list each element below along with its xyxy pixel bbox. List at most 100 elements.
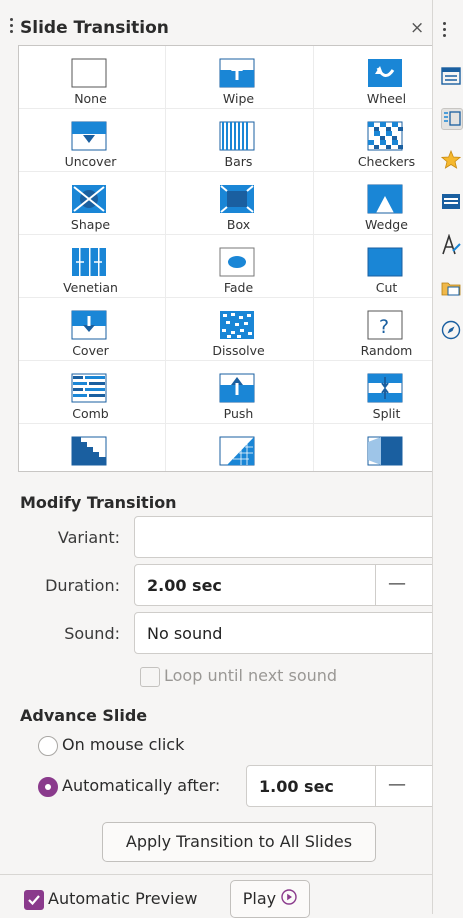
close-icon[interactable]: ×	[410, 18, 424, 38]
play-circle-icon	[281, 882, 297, 918]
transition-label: Box	[226, 217, 251, 232]
transition-wheel[interactable]: Wheel	[315, 46, 432, 108]
automatically-after-radio[interactable]	[38, 777, 58, 797]
grid-divider	[19, 360, 432, 361]
slide-transition-tab-icon[interactable]	[441, 108, 463, 130]
animation-star-icon[interactable]	[440, 149, 462, 170]
shape-icon	[71, 184, 107, 214]
comb-icon	[71, 373, 107, 403]
transition-label: Dissolve	[212, 343, 265, 358]
automatically-after-label: Automatically after:	[62, 776, 221, 795]
transition-random[interactable]: ? Random	[315, 298, 432, 360]
transition-split[interactable]: Split	[315, 361, 432, 423]
panel-title: Slide Transition	[20, 18, 169, 38]
automatic-preview-checkbox[interactable]	[24, 890, 44, 910]
duration-value: 2.00 sec	[147, 576, 222, 595]
slide-transition-panel: Slide Transition × None Wipe Wheel Uncover B…	[0, 0, 436, 918]
transition-bars[interactable]: Bars	[167, 109, 310, 171]
transition-label: Checkers	[357, 154, 416, 169]
on-mouse-click-radio[interactable]	[38, 736, 58, 756]
divider	[0, 874, 432, 875]
loop-checkbox[interactable]	[140, 667, 160, 687]
transition-push[interactable]: Push	[167, 361, 310, 423]
transition-label: Cube	[315, 469, 432, 471]
transition-label: Uncover	[64, 154, 117, 169]
transition-label: Push	[223, 406, 254, 421]
transition-venetian[interactable]: Venetian	[19, 235, 162, 297]
drag-grip-icon[interactable]	[10, 18, 13, 34]
grid-divider	[19, 171, 432, 172]
variant-select[interactable]	[134, 516, 436, 558]
transition-diagonal[interactable]: Diagonal	[19, 424, 162, 471]
master-slides-icon[interactable]	[441, 192, 461, 212]
bars-icon	[219, 121, 255, 151]
grid-divider	[313, 46, 314, 471]
transition-wipe[interactable]: Wipe	[167, 46, 310, 108]
sound-value: No sound	[147, 624, 223, 643]
transition-wedge[interactable]: Wedge	[315, 172, 432, 234]
random-icon: ?	[367, 310, 403, 340]
grid-divider	[19, 234, 432, 235]
transition-cut[interactable]: Cut	[315, 235, 432, 297]
grid-divider	[19, 297, 432, 298]
transition-box[interactable]: Box	[167, 172, 310, 234]
transition-label: Venetian	[63, 280, 118, 295]
tabbar-grip-icon[interactable]	[443, 22, 446, 38]
apply-all-button[interactable]: Apply Transition to All Slides	[102, 822, 376, 862]
diagonal-icon	[71, 436, 107, 466]
transition-label: Comb	[72, 406, 109, 421]
sound-select[interactable]: No sound	[134, 612, 436, 654]
transition-label: Shape	[70, 217, 111, 232]
variant-label: Variant:	[57, 528, 120, 547]
transition-none[interactable]: None	[19, 46, 162, 108]
push-icon	[219, 373, 255, 403]
auto-time-decrement-button[interactable]: —	[375, 766, 418, 806]
advance-slide-heading: Advance Slide	[20, 706, 148, 725]
modify-transition-heading: Modify Transition	[20, 493, 177, 512]
loop-label: Loop until next sound	[164, 666, 338, 685]
gallery-icon[interactable]	[441, 278, 461, 298]
transition-grid[interactable]: None Wipe Wheel Uncover Bars Checkers Shape Box…	[18, 45, 433, 472]
transition-label: Cover	[72, 343, 109, 358]
wedge-icon	[367, 184, 403, 214]
grid-divider	[19, 108, 432, 109]
duration-label: Duration:	[45, 576, 120, 595]
transition-label: Split	[372, 406, 401, 421]
auto-time-spinbox[interactable]: 1.00 sec —	[246, 765, 436, 807]
none-icon	[71, 58, 107, 88]
dissolve-icon	[219, 310, 255, 340]
duration-decrement-button[interactable]: —	[375, 565, 418, 605]
transition-cube[interactable]: Cube	[315, 424, 432, 471]
grid-divider	[165, 46, 166, 471]
transition-label: None	[74, 91, 107, 106]
uncover-icon	[71, 121, 107, 151]
box-icon	[219, 184, 255, 214]
transition-comb[interactable]: Comb	[19, 361, 162, 423]
duration-spinbox[interactable]: 2.00 sec —	[134, 564, 436, 606]
transition-label: Wheel	[366, 91, 407, 106]
sidebar-tabbar	[432, 0, 463, 914]
transition-label: Diagonal	[19, 469, 162, 471]
transition-shape[interactable]: Shape	[19, 172, 162, 234]
styles-icon[interactable]	[441, 233, 461, 255]
navigator-icon[interactable]	[441, 320, 461, 340]
split-icon	[367, 373, 403, 403]
svg-text:?: ?	[379, 316, 389, 338]
transition-fade[interactable]: Fade	[167, 235, 310, 297]
fade-icon	[219, 247, 255, 277]
play-label: Play	[242, 889, 277, 908]
transition-uncover[interactable]: Uncover	[19, 109, 162, 171]
transition-label: Wedge	[365, 217, 408, 232]
transition-tiles[interactable]: Tiles	[167, 424, 310, 471]
checkers-icon	[367, 121, 403, 151]
transition-checkers[interactable]: Checkers	[315, 109, 432, 171]
properties-icon[interactable]	[441, 66, 461, 86]
wipe-icon	[219, 58, 255, 88]
transition-label: Tiles	[167, 469, 310, 471]
transition-dissolve[interactable]: Dissolve	[167, 298, 310, 360]
transition-label: Random	[360, 343, 413, 358]
transition-cover[interactable]: Cover	[19, 298, 162, 360]
auto-time-value: 1.00 sec	[259, 777, 334, 796]
play-button[interactable]: Play	[230, 880, 310, 918]
grid-divider	[19, 423, 432, 424]
